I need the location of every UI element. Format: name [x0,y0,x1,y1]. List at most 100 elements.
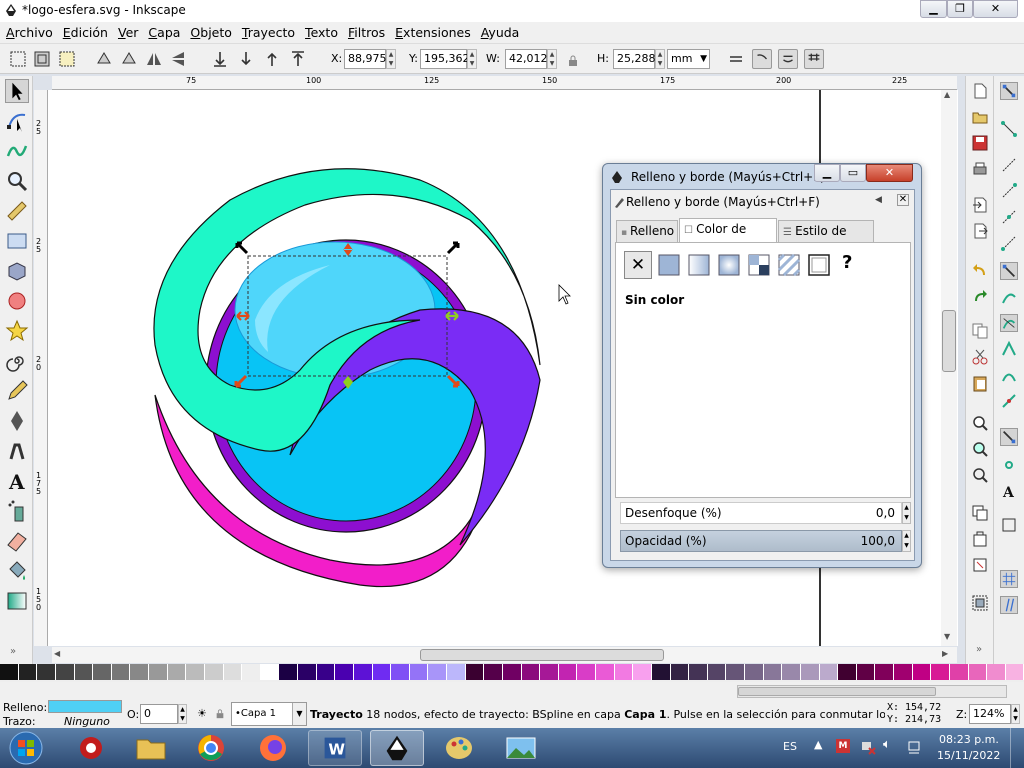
network-icon[interactable] [860,739,876,755]
lower-to-bottom-icon[interactable] [210,49,230,69]
menu-ayuda[interactable]: Ayuda [475,22,524,44]
snap-bbox-midpoints-icon[interactable] [1000,208,1018,226]
opacity-slider[interactable]: Opacidad (%) 100,0 [620,530,902,552]
paste-icon[interactable] [971,374,989,392]
word-icon[interactable]: W [308,730,362,766]
zoom-drawing-icon[interactable] [971,440,989,458]
fill-swatch[interactable] [48,700,122,713]
palette-swatch[interactable] [130,664,149,680]
scroll-up-icon[interactable]: ▲ [944,90,950,99]
status-scroll-thumb[interactable] [738,687,936,696]
snap-bbox-icon[interactable] [1000,120,1018,138]
palette-swatch[interactable] [949,664,969,680]
zoom-field[interactable]: 124% [969,704,1011,724]
palette-swatch[interactable] [74,664,94,680]
vertical-scrollbar[interactable]: ▲ ▼ [941,90,957,646]
palette-swatch[interactable] [745,664,764,680]
clock-date[interactable]: 15/11/2022 [937,749,1000,762]
blur-field[interactable]: Desenfoque (%) 0,0 [620,502,902,524]
scale-corners-icon[interactable] [752,49,772,69]
paint-bucket-tool-icon[interactable] [5,559,29,583]
palette-swatch[interactable] [614,664,634,680]
print-icon[interactable] [971,160,989,178]
toggle-visibility-icon[interactable]: ☀ [197,707,207,720]
snap-rotation-centers-icon[interactable] [1000,456,1018,474]
snap-text-baseline-icon[interactable]: A [1000,482,1018,500]
palette-swatch[interactable] [838,664,857,680]
snap-cusp-nodes-icon[interactable] [1000,340,1018,358]
snap-grid-icon[interactable] [1000,570,1018,588]
3d-box-tool-icon[interactable] [5,259,29,283]
palette-swatch[interactable] [428,664,447,680]
export-icon[interactable] [971,222,989,240]
palette-swatch[interactable] [37,664,56,680]
palette-swatch[interactable] [149,664,168,680]
horizontal-scroll-thumb[interactable] [420,649,664,661]
snap-bbox-edges-icon[interactable] [1000,156,1018,174]
opacity-dialog-spinner[interactable]: ▲ ▼ [902,530,911,552]
palette-swatch[interactable] [894,664,913,680]
palette-swatch[interactable] [931,664,950,680]
palette-swatch[interactable] [465,664,485,680]
opacity-spinner[interactable]: ▲ ▼ [178,704,187,724]
tab-estilo-de-trazo[interactable]: ☰ Estilo de trazo [778,220,874,260]
x-field[interactable]: 88,975 [344,49,387,69]
file-explorer-icon[interactable] [124,730,178,766]
h-field[interactable]: 25,288 [613,49,656,69]
palette-swatch[interactable] [55,664,75,680]
flip-horizontal-icon[interactable] [144,49,164,69]
snap-object-centers-icon[interactable] [1000,428,1018,446]
raise-icon[interactable] [262,49,282,69]
lock-icon[interactable] [567,55,579,67]
chrome-icon[interactable] [184,730,238,766]
volume-icon[interactable]: 🔈︎ [883,737,891,752]
scroll-right-icon[interactable]: ▶ [942,649,948,658]
zoom-page-icon[interactable] [971,466,989,484]
palette-swatch[interactable] [167,664,187,680]
scroll-left-icon[interactable]: ◀ [54,649,60,658]
palette-swatch[interactable] [447,664,466,680]
clone-icon[interactable] [971,530,989,548]
palette-swatch[interactable] [242,664,261,680]
scroll-down-icon[interactable]: ▼ [944,632,950,641]
pen-tool-icon[interactable] [5,409,29,433]
linear-gradient-button[interactable] [688,254,710,276]
palette-swatch[interactable] [391,664,410,680]
deselect-icon[interactable] [57,49,77,69]
zoom-tool-icon[interactable] [5,169,29,193]
unlink-clone-icon[interactable] [971,556,989,574]
palette-swatch[interactable] [1005,664,1024,680]
selector-tool-icon[interactable] [5,79,29,103]
horizontal-scrollbar[interactable]: ◀ ▶ [52,647,957,663]
palette-swatch[interactable] [204,664,224,680]
y-field[interactable]: 195,362 [420,49,470,69]
commands-overflow-icon[interactable]: » [976,644,982,655]
move-gradients-icon[interactable] [778,49,798,69]
vertical-scroll-thumb[interactable] [942,310,956,372]
palette-swatch[interactable] [633,664,652,680]
palette-swatch[interactable] [726,664,745,680]
w-field[interactable]: 42,012 [505,49,548,69]
opacity-field[interactable]: 0 [140,704,178,724]
snap-bbox-centers-icon[interactable] [1000,234,1018,252]
tweak-tool-icon[interactable] [5,138,29,162]
menu-texto[interactable]: Texto [299,22,342,44]
palette-swatch[interactable] [521,664,541,680]
menu-trayecto[interactable]: Trayecto [236,22,299,44]
palette-swatch[interactable] [111,664,131,680]
rotate-ccw-icon[interactable] [94,49,114,69]
palette-swatch[interactable] [335,664,354,680]
inkscape-taskbar-icon[interactable] [370,730,424,766]
menu-archivo[interactable]: Archivo [0,22,57,44]
new-document-icon[interactable] [971,82,989,100]
star-tool-icon[interactable] [5,319,29,343]
status-scrollbar[interactable] [737,685,1007,698]
redo-icon[interactable] [971,287,989,305]
palette-swatch[interactable] [93,664,112,680]
tray-app-icon[interactable]: M [836,739,850,753]
palette-swatch[interactable] [484,664,503,680]
import-icon[interactable] [971,196,989,214]
palette-swatch[interactable] [856,664,876,680]
palette-swatch[interactable] [558,664,578,680]
scale-handle-ne[interactable] [446,241,460,255]
